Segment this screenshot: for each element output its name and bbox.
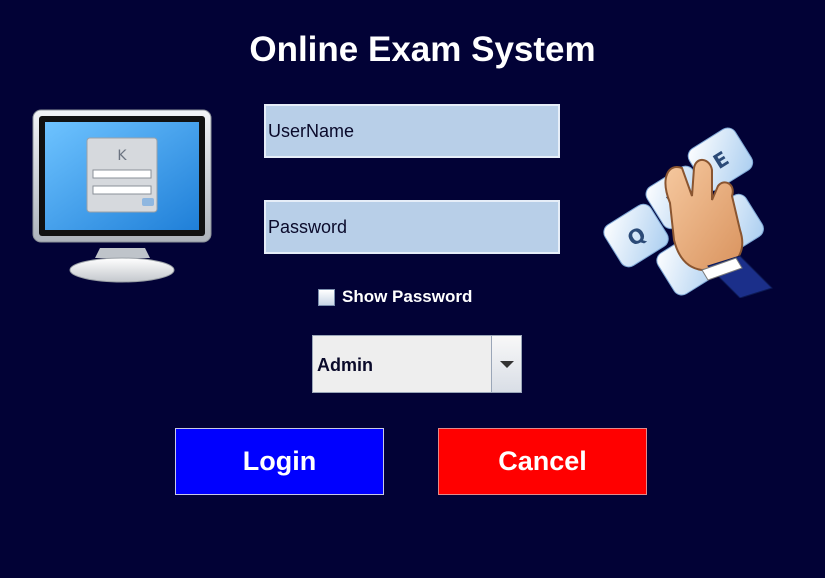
role-select-value: Admin [317, 355, 373, 375]
monitor-login-illustration: K [30, 108, 215, 295]
svg-text:K: K [117, 148, 127, 164]
login-button[interactable]: Login [175, 428, 384, 495]
keyboard-hand-illustration: Q W E [590, 108, 785, 303]
app-title: Online Exam System [249, 30, 596, 69]
show-password-checkbox[interactable] [318, 288, 335, 306]
password-field[interactable]: Password [264, 200, 560, 254]
cancel-button[interactable]: Cancel [438, 428, 647, 495]
role-select-dropdown-button[interactable] [491, 336, 521, 392]
username-field[interactable]: UserName [264, 104, 560, 158]
chevron-down-icon [499, 360, 514, 368]
show-password-toggle[interactable]: Show Password [318, 286, 472, 308]
show-password-label: Show Password [342, 287, 473, 306]
role-select[interactable]: Admin [312, 335, 522, 393]
